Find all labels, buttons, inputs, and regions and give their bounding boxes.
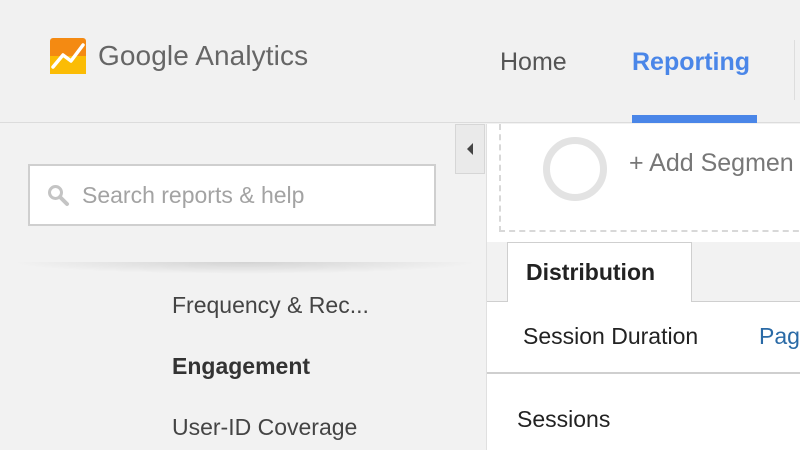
add-segment-area[interactable]: + Add Segmen <box>499 124 800 232</box>
sessions-column-header: Sessions <box>517 406 611 432</box>
search-input[interactable] <box>82 181 422 209</box>
sidebar: Frequency & Rec... Engagement User-ID Co… <box>0 124 486 450</box>
subtab-row: Session Duration Pag <box>487 302 800 374</box>
analytics-page: Google Analytics Home Reporting Frequenc… <box>0 0 800 450</box>
subtab-page-depth[interactable]: Pag <box>759 323 800 350</box>
tab-distribution[interactable]: Distribution <box>507 242 692 302</box>
google-analytics-logo[interactable]: Google Analytics <box>50 38 308 74</box>
active-nav-indicator <box>632 115 757 123</box>
nav-home[interactable]: Home <box>500 48 567 77</box>
top-header: Google Analytics Home Reporting <box>0 0 800 123</box>
collapse-left-icon <box>467 143 473 155</box>
search-icon <box>48 185 69 206</box>
add-segment-label[interactable]: + Add Segmen <box>629 149 794 178</box>
sidebar-item-engagement[interactable]: Engagement <box>172 353 310 380</box>
sidebar-divider <box>10 262 480 274</box>
nav-reporting[interactable]: Reporting <box>632 48 750 77</box>
brand-name: Google Analytics <box>98 40 309 71</box>
sidebar-item-user-id-coverage[interactable]: User-ID Coverage <box>172 414 357 441</box>
segment-circle-icon <box>543 137 607 201</box>
google-analytics-logo-icon <box>50 38 86 74</box>
subtab-session-duration[interactable]: Session Duration <box>523 323 698 350</box>
collapse-sidebar-button[interactable] <box>455 124 485 174</box>
sidebar-item-frequency-recency[interactable]: Frequency & Rec... <box>172 292 369 319</box>
main-content: + Add Segmen Distribution Session Durati… <box>486 124 800 450</box>
nav-overflow-edge <box>790 40 800 100</box>
search-box[interactable] <box>28 164 436 226</box>
